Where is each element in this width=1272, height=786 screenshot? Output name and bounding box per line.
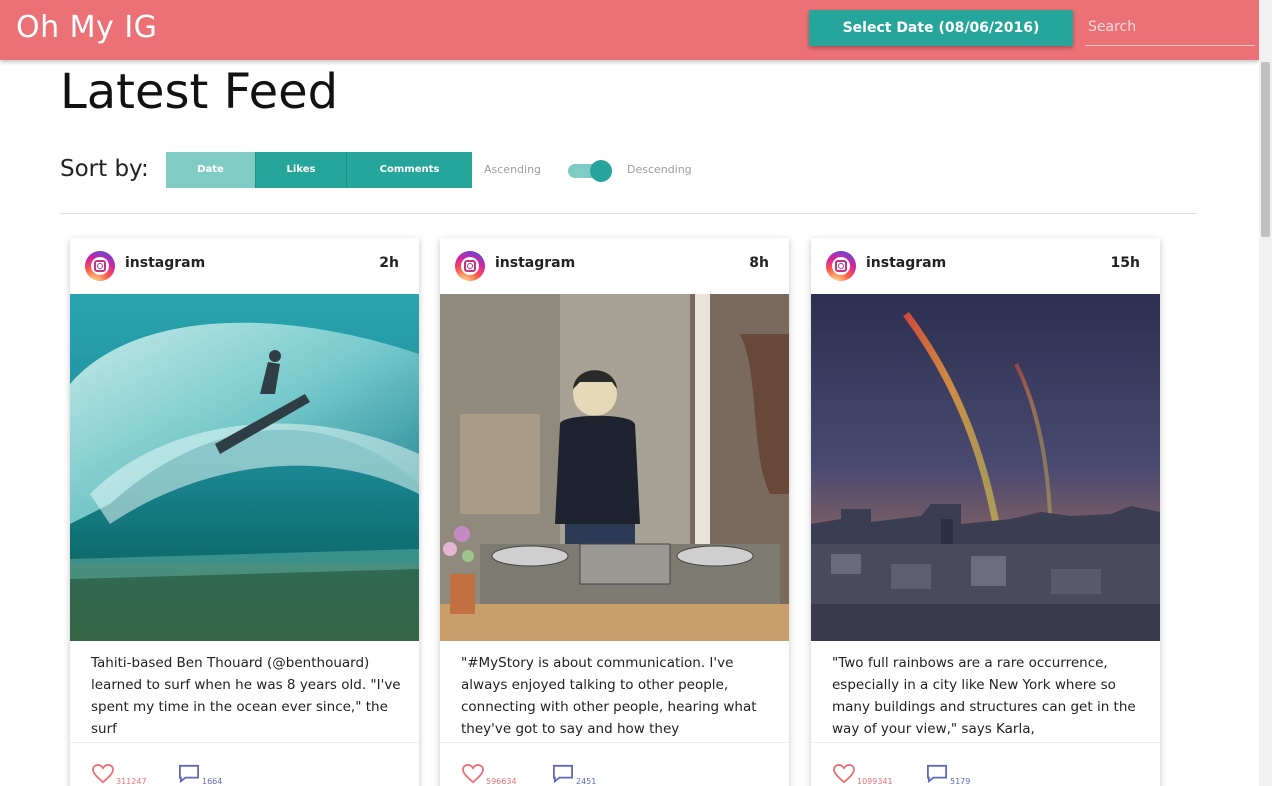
- comment-icon: [927, 764, 947, 784]
- comment-icon: [553, 764, 573, 784]
- post-username[interactable]: instagram: [866, 255, 946, 271]
- ascending-label: Ascending: [484, 163, 542, 176]
- sort-date-button[interactable]: Date: [166, 152, 255, 188]
- post-username[interactable]: instagram: [125, 255, 205, 271]
- card-divider: [70, 742, 419, 743]
- post-card: instagram 2h Tahiti-based Ben Thouard (@…: [70, 238, 419, 786]
- post-caption: "Two full rainbows are a rare occurrence…: [832, 655, 1136, 737]
- sort-likes-button[interactable]: Likes: [255, 152, 346, 188]
- likes-count: 311247: [116, 777, 147, 786]
- post-card: instagram 15h "Two full rainbows are a r…: [811, 238, 1160, 786]
- navbar: Oh My IG Select Date (08/06/2016): [0, 0, 1259, 60]
- divider: [60, 213, 1196, 214]
- post-time: 2h: [379, 255, 399, 271]
- likes-count: 596634: [486, 777, 517, 786]
- post-photo-surfer[interactable]: [70, 294, 419, 641]
- post-header: instagram 2h: [70, 238, 419, 294]
- descending-label: Descending: [627, 163, 692, 176]
- page-title: Latest Feed: [60, 64, 339, 120]
- post-header: instagram 8h: [440, 238, 789, 294]
- search-input[interactable]: [1085, 8, 1255, 46]
- sort-comments-button[interactable]: Comments: [346, 152, 472, 188]
- likes-count: 1099341: [857, 777, 893, 786]
- select-date-button[interactable]: Select Date (08/06/2016): [809, 10, 1073, 46]
- heart-icon: [92, 764, 114, 784]
- post-time: 8h: [749, 255, 769, 271]
- comment-icon: [179, 764, 199, 784]
- sort-label: Sort by:: [60, 156, 149, 182]
- heart-icon: [833, 764, 855, 784]
- post-card: instagram 8h "#MyStory is about communic…: [440, 238, 789, 786]
- sort-order-toggle[interactable]: [568, 160, 614, 182]
- instagram-avatar-icon[interactable]: [455, 251, 485, 281]
- comments-count: 2451: [576, 777, 597, 786]
- instagram-avatar-icon[interactable]: [826, 251, 856, 281]
- post-header: instagram 15h: [811, 238, 1160, 294]
- instagram-avatar-icon[interactable]: [85, 251, 115, 281]
- post-photo-rainbow[interactable]: [811, 294, 1160, 641]
- toggle-knob[interactable]: [590, 160, 612, 182]
- post-caption: "#MyStory is about communication. I've a…: [461, 655, 757, 737]
- post-photo-dj[interactable]: [440, 294, 789, 641]
- post-username[interactable]: instagram: [495, 255, 575, 271]
- comments-count: 5179: [950, 777, 971, 786]
- comments-count: 1664: [202, 777, 223, 786]
- brand-logo[interactable]: Oh My IG: [16, 10, 157, 45]
- sort-button-group: Date Likes Comments: [166, 152, 472, 188]
- card-divider: [440, 742, 789, 743]
- scrollbar[interactable]: [1259, 0, 1272, 786]
- card-divider: [811, 742, 1160, 743]
- post-time: 15h: [1110, 255, 1140, 271]
- post-caption: Tahiti-based Ben Thouard (@benthouard) l…: [91, 655, 401, 737]
- scrollbar-thumb[interactable]: [1261, 62, 1270, 237]
- heart-icon: [462, 764, 484, 784]
